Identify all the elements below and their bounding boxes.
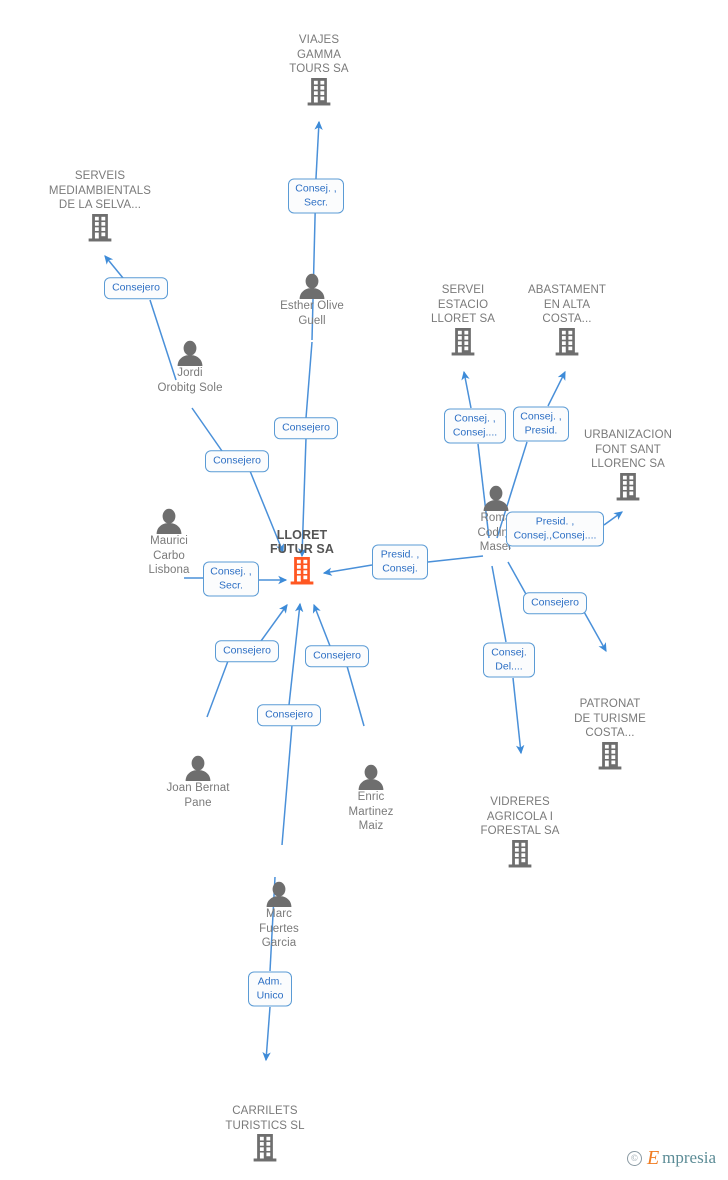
edge-e-esther-tag3 — [305, 341, 313, 419]
relationship-graph-canvas: VIAJES GAMMA TOURS SA SERVEIS MEDIAMBIENT… — [0, 0, 728, 1180]
relation-tag-roma-abast[interactable]: Consej. , Presid. — [513, 406, 569, 442]
graph-node-joan[interactable]: Joan Bernat Pane — [128, 755, 268, 810]
brand-initial: E — [646, 1147, 660, 1169]
edge-e-roma-tag13 — [491, 565, 507, 643]
relation-tag-maurici-lloret[interactable]: Consej. , Secr. — [203, 561, 259, 597]
graph-node-abastament[interactable]: ABASTAMENT EN ALTA COSTA... — [497, 283, 637, 357]
graph-node-urbanitzacion[interactable]: URBANIZACION FONT SANT LLORENC SA — [558, 428, 698, 502]
node-label-joan: Joan Bernat Pane — [166, 782, 230, 809]
graph-node-vidreres[interactable]: VIDRERES AGRICOLA I FORESTAL SA — [450, 795, 590, 869]
building-icon-vidreres — [450, 839, 590, 869]
edge-e-tag5-servei — [461, 370, 472, 409]
empresia-watermark: © E mpresia — [626, 1147, 716, 1169]
edge-e-tag1-viajes — [314, 120, 323, 179]
relation-tag-marc-carrilets[interactable]: Adm. Unico — [248, 971, 292, 1007]
edge-e-tag2-serveis — [104, 255, 124, 279]
edge-e-jordi-tag4 — [191, 407, 223, 452]
graph-node-esther[interactable]: Esther Olive Guell — [242, 273, 382, 328]
building-icon-abastament — [497, 327, 637, 357]
relation-tag-jordi-lloret[interactable]: Consejero — [205, 450, 269, 472]
edge-e-tag12-lloret — [312, 603, 331, 647]
edge-e-roma-tag10 — [507, 561, 528, 597]
person-icon-jordi — [120, 340, 260, 366]
node-label-esther: Esther Olive Guell — [280, 300, 344, 327]
edge-e-joan-tag11 — [206, 660, 229, 718]
building-icon-serveis — [30, 213, 170, 243]
node-label-lloret: LLORET FUTUR SA — [270, 528, 334, 556]
person-icon-roma — [426, 485, 566, 511]
person-icon-joan — [128, 755, 268, 781]
edge-e-marc-tag14 — [281, 724, 293, 846]
building-icon-viajes — [249, 77, 389, 107]
node-label-patronat: PATRONAT DE TURISME COSTA... — [574, 698, 646, 740]
edge-e-tag13-vidreres — [512, 677, 525, 755]
edge-e-tag15-carrilets — [262, 1006, 271, 1062]
edge-e-tag7-urbanit — [603, 511, 623, 526]
graph-node-carrilets[interactable]: CARRILETS TURISTICS SL — [195, 1104, 335, 1163]
relation-tag-joan-lloret[interactable]: Consejero — [215, 640, 279, 662]
relation-tag-jordi-serveis[interactable]: Consejero — [104, 277, 168, 299]
node-label-viajes: VIAJES GAMMA TOURS SA — [289, 34, 349, 76]
graph-node-serveis[interactable]: SERVEIS MEDIAMBIENTALS DE LA SELVA... — [30, 169, 170, 243]
relation-tag-roma-urbanit[interactable]: Presid. , Consej.,Consej.... — [506, 511, 604, 547]
building-icon-urbanitzacion — [558, 472, 698, 502]
node-label-urbanitzacion: URBANIZACION FONT SANT LLORENC SA — [583, 429, 673, 471]
building-icon-carrilets — [195, 1133, 335, 1163]
edge-e-tag14-lloret — [288, 602, 304, 706]
relation-tag-roma-lloret[interactable]: Presid. , Consej. — [372, 544, 428, 580]
relation-tag-roma-servei[interactable]: Consej. , Consej.... — [444, 408, 506, 444]
relation-tag-enric-lloret[interactable]: Consejero — [305, 645, 369, 667]
graph-node-enric[interactable]: Enric Martinez Maiz — [301, 764, 441, 834]
graph-node-jordi[interactable]: Jordi Orobitg Sole — [120, 340, 260, 395]
edge-e-enric-tag12 — [346, 665, 365, 727]
relation-tag-esther-lloret[interactable]: Consejero — [274, 417, 338, 439]
edge-e-tag10-patronat — [582, 609, 607, 653]
relation-tag-marc-lloret[interactable]: Consejero — [257, 704, 321, 726]
copyright-icon: © — [626, 1150, 642, 1166]
node-label-jordi: Jordi Orobitg Sole — [157, 367, 223, 394]
edge-e-tag6-abast — [547, 370, 566, 407]
brand-name: mpresia — [662, 1148, 716, 1167]
node-label-marc: Marc Fuertes Garcia — [259, 908, 299, 950]
node-label-enric: Enric Martinez Maiz — [348, 791, 394, 833]
graph-node-viajes[interactable]: VIAJES GAMMA TOURS SA — [249, 33, 389, 107]
building-icon-patronat — [540, 741, 680, 771]
node-label-abastament: ABASTAMENT EN ALTA COSTA... — [527, 284, 607, 326]
person-icon-maurici — [99, 508, 239, 534]
graph-node-marc[interactable]: Marc Fuertes Garcia — [209, 881, 349, 951]
node-label-serveis: SERVEIS MEDIAMBIENTALS DE LA SELVA... — [48, 170, 152, 212]
relation-tag-esther-viajes[interactable]: Consej. , Secr. — [288, 178, 344, 214]
person-icon-esther — [242, 273, 382, 299]
node-label-vidreres: VIDRERES AGRICOLA I FORESTAL SA — [480, 796, 560, 838]
edge-e-roma-tag9 — [427, 555, 484, 563]
relation-tag-roma-patronat[interactable]: Consejero — [523, 592, 587, 614]
graph-node-patronat[interactable]: PATRONAT DE TURISME COSTA... — [540, 697, 680, 771]
person-icon-enric — [301, 764, 441, 790]
relation-tag-roma-vidreres[interactable]: Consej. Del.... — [483, 642, 535, 678]
edge-e-tag11-lloret — [260, 604, 288, 642]
node-label-carrilets: CARRILETS TURISTICS SL — [225, 1105, 305, 1132]
person-icon-marc — [209, 881, 349, 907]
